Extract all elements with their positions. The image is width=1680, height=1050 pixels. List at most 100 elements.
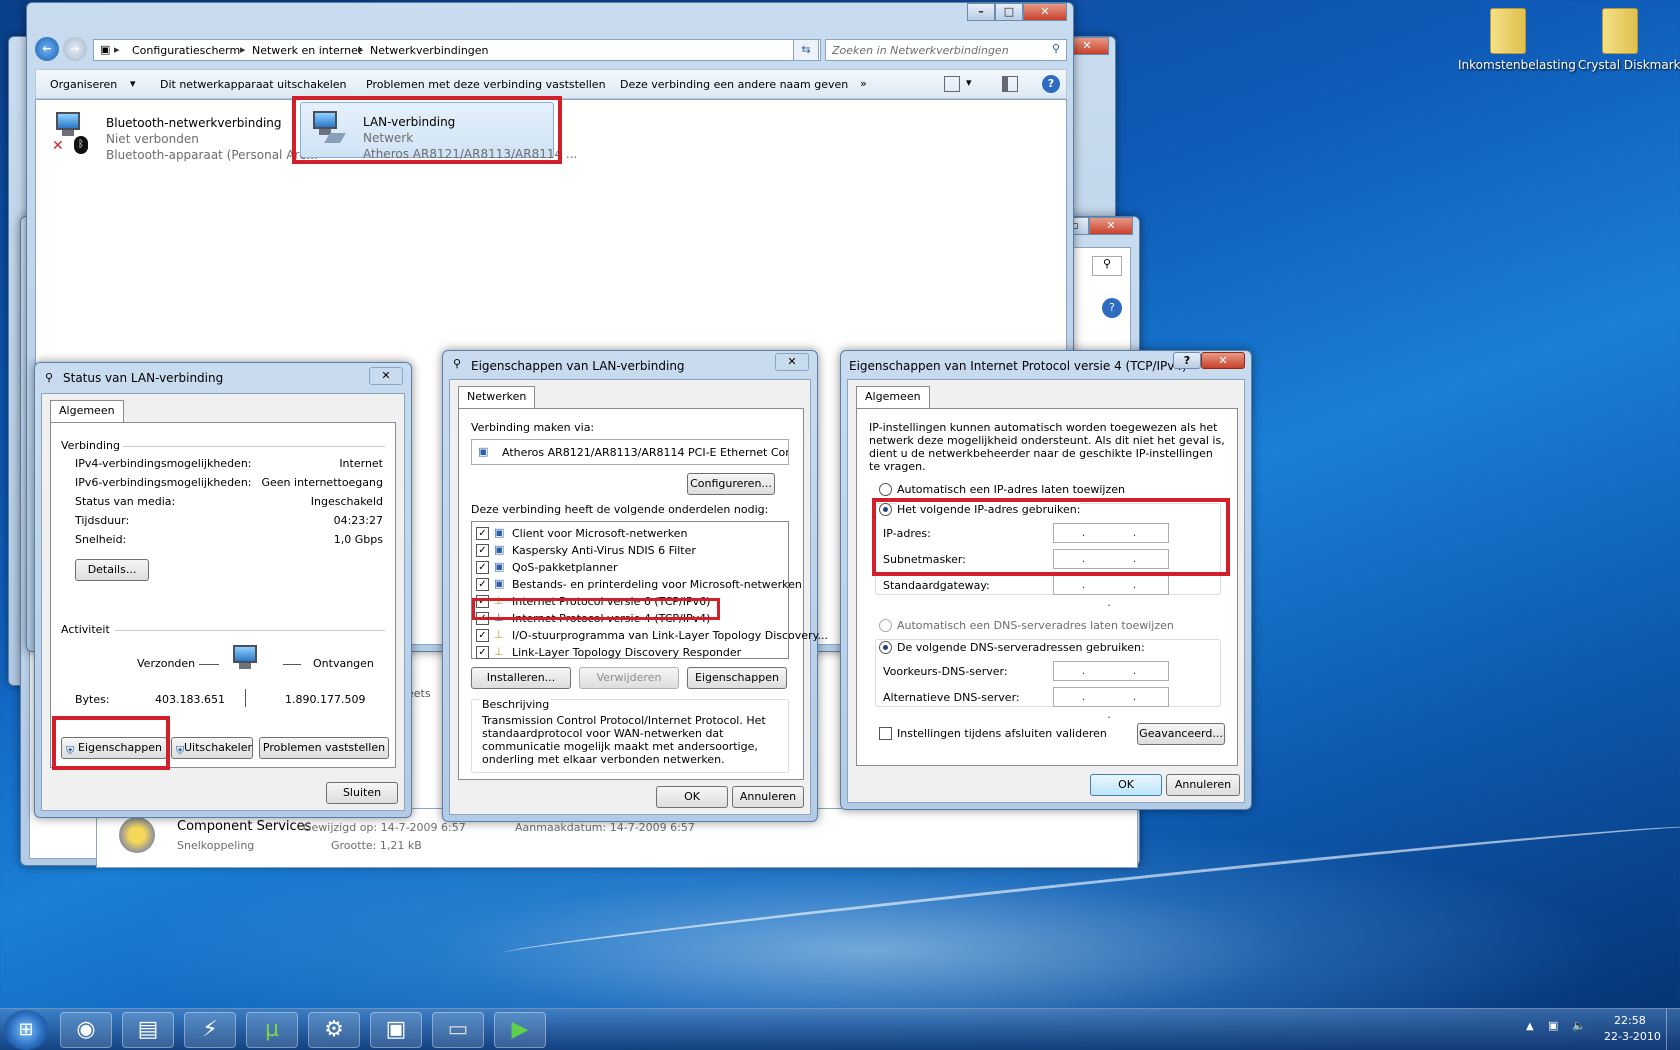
search-icon[interactable]: ⚲ [1092, 256, 1122, 276]
list-item[interactable]: ✓ ▣ Client voor Microsoft-netwerken [476, 526, 786, 542]
chrome-icon[interactable]: ◉ [60, 1012, 112, 1048]
minimize-button[interactable]: – [967, 3, 995, 21]
cancel-button[interactable]: Annuleren [732, 786, 804, 808]
maximize-button[interactable]: □ [995, 3, 1023, 21]
close-button[interactable]: ✕ [1201, 352, 1245, 369]
disable-button[interactable]: ⛨ Uitschakelen [171, 737, 253, 759]
control-panel-icon[interactable]: ▣ [370, 1012, 422, 1048]
advanced-button[interactable]: Geavanceerd... [1137, 723, 1225, 745]
media-player-icon[interactable]: ▶ [494, 1012, 546, 1048]
auto-dns-radio [879, 619, 892, 632]
configure-button[interactable]: Configureren... [687, 473, 775, 495]
component-services-icon [119, 817, 155, 853]
validate-checkbox[interactable] [879, 727, 892, 740]
chevron-down-icon[interactable]: ▾ [966, 76, 972, 89]
winamp-icon[interactable]: ⚡ [184, 1012, 236, 1048]
validate-label[interactable]: Instellingen tijdens afsluiten valideren [897, 727, 1107, 740]
network-adapter-icon: ▣ [478, 445, 489, 458]
checkbox[interactable]: ✓ [476, 527, 489, 540]
show-hidden-icons-icon[interactable]: ▲ [1526, 1021, 1534, 1032]
forward-button[interactable]: → [63, 37, 87, 61]
details-button[interactable]: Details... [75, 559, 149, 581]
disable-device-button[interactable]: Dit netwerkapparaat uitschakelen [160, 78, 346, 91]
explorer-icon[interactable]: ▤ [122, 1012, 174, 1048]
preview-pane-icon[interactable] [1002, 76, 1018, 92]
breadcrumb-item[interactable]: Configuratiescherm [132, 44, 240, 57]
show-desktop-button[interactable] [1666, 1009, 1680, 1050]
view-options-icon[interactable] [944, 76, 960, 92]
alternate-dns-input[interactable]: . . . [1053, 687, 1169, 721]
preferred-dns-input[interactable]: . . . [1053, 661, 1169, 695]
auto-ip-radio[interactable] [879, 483, 892, 496]
cancel-button[interactable]: Annuleren [1166, 774, 1240, 796]
help-icon[interactable]: ? [1102, 298, 1122, 318]
checkbox[interactable]: ✓ [476, 578, 489, 591]
item-modified: Gewijzigd op: 14-7-2009 6:57 [303, 821, 466, 834]
row-value: Ingeschakeld [310, 495, 383, 508]
organize-menu[interactable]: Organiseren [50, 78, 117, 91]
auto-ip-label[interactable]: Automatisch een IP-adres laten toewijzen [897, 483, 1125, 496]
help-icon[interactable]: ? [1042, 75, 1060, 93]
list-item[interactable]: ✓ ▣ QoS-pakketplanner [476, 560, 786, 576]
search-input[interactable]: Zoeken in Netwerkverbindingen ⚲ [825, 39, 1067, 61]
desktop-item-inkomstenbelasting[interactable]: Inkomstenbelasting [1458, 58, 1576, 72]
diagnose-button[interactable]: Problemen vaststellen [259, 737, 389, 759]
dialog-title: Eigenschappen van Internet Protocol vers… [849, 359, 1187, 373]
clock-date[interactable]: 22-3-2010 [1604, 1030, 1661, 1043]
ok-button[interactable]: OK [656, 786, 728, 808]
address-bar[interactable]: ▣ ▸ Configuratiescherm ▸ Netwerk en inte… [93, 39, 821, 61]
folder-icon[interactable] [1602, 8, 1638, 54]
close-button[interactable]: ✕ [1089, 217, 1133, 235]
manual-dns-radio[interactable] [879, 641, 892, 654]
adapter-field: ▣ Atheros AR8121/AR8113/AR8114 PCI-E Eth… [471, 439, 789, 465]
steam-icon[interactable]: ⚙ [308, 1012, 360, 1048]
component-label: Kaspersky Anti-Virus NDIS 6 Filter [512, 544, 696, 557]
gateway-input[interactable]: . . . [1053, 575, 1169, 609]
list-item[interactable]: ✓ ⊥ Link-Layer Topology Discovery Respon… [476, 645, 786, 661]
ok-button[interactable]: OK [1090, 774, 1162, 796]
folder-icon[interactable] [1490, 8, 1526, 54]
network-tray-icon[interactable]: ▣ [1548, 1019, 1558, 1032]
list-item[interactable]: ✓ ▣ Kaspersky Anti-Virus NDIS 6 Filter [476, 543, 786, 559]
connection-item-bluetooth[interactable]: ✕ ᛒ Bluetooth-netwerkverbinding Niet ver… [50, 108, 318, 162]
help-button[interactable]: ? [1173, 352, 1201, 369]
tab-algemeen[interactable]: Algemeen [50, 400, 124, 422]
list-item[interactable]: ✓ ⊥ I/O-stuurprogramma van Link-Layer To… [476, 628, 828, 644]
breadcrumb-item[interactable]: Netwerkverbindingen [370, 44, 489, 57]
received-label: Ontvangen [313, 657, 374, 670]
diagnose-connection-button[interactable]: Problemen met deze verbinding vaststelle… [366, 78, 606, 91]
refresh-button[interactable]: ⇆ [793, 39, 819, 61]
row-value: Internet [339, 457, 383, 470]
close-button[interactable]: ✕ [1023, 3, 1067, 21]
item-size: Grootte: 1,21 kB [331, 839, 422, 852]
more-commands-button[interactable]: » [860, 77, 867, 90]
clock-time[interactable]: 22:58 [1614, 1014, 1646, 1027]
back-button[interactable]: ← [35, 37, 59, 61]
command-prompt-icon[interactable]: ▭ [432, 1012, 484, 1048]
checkbox[interactable]: ✓ [476, 561, 489, 574]
close-button[interactable]: ✕ [369, 367, 403, 385]
close-dialog-button[interactable]: Sluiten [326, 782, 398, 804]
tab-algemeen[interactable]: Algemeen [856, 386, 930, 408]
checkbox[interactable]: ✓ [476, 646, 489, 659]
search-icon[interactable]: ⚲ [1052, 42, 1060, 55]
gateway-label: Standaardgateway: [883, 579, 990, 592]
install-button[interactable]: Installeren... [471, 667, 571, 689]
start-button[interactable]: ⊞ [4, 1010, 48, 1050]
checkbox[interactable]: ✓ [476, 544, 489, 557]
checkbox[interactable]: ✓ [476, 629, 489, 642]
manual-dns-label[interactable]: De volgende DNS-serveradressen gebruiken… [897, 641, 1145, 654]
close-button[interactable]: ✕ [775, 353, 809, 371]
properties-button[interactable]: Eigenschappen [687, 667, 787, 689]
breadcrumb-item[interactable]: Netwerk en internet [252, 44, 362, 57]
component-label: I/O-stuurprogramma van Link-Layer Topolo… [512, 629, 829, 642]
component-label: QoS-pakketplanner [512, 561, 618, 574]
list-item[interactable]: ✓ ▣ Bestands- en printerdeling voor Micr… [476, 577, 802, 593]
rename-connection-button[interactable]: Deze verbinding een andere naam geven [620, 78, 848, 91]
volume-icon[interactable]: 🔈 [1572, 1019, 1586, 1032]
utorrent-icon[interactable]: µ [246, 1012, 298, 1048]
tab-netwerken[interactable]: Netwerken [458, 386, 536, 408]
disconnected-x-icon: ✕ [52, 138, 64, 154]
network-adapter-icon: ⚲ [453, 357, 462, 370]
desktop-item-crystal-diskmark[interactable]: Crystal Diskmark [1578, 58, 1680, 72]
